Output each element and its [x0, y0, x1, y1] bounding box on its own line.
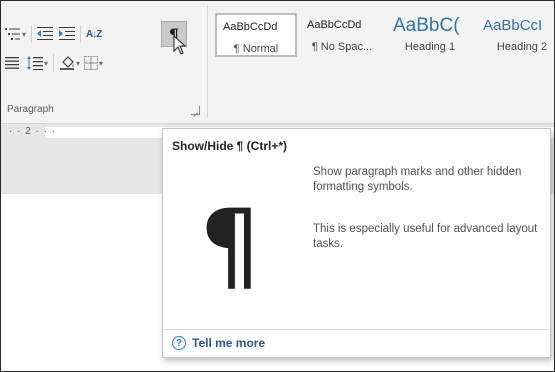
increase-indent-button[interactable] — [59, 23, 76, 45]
justify-button[interactable] — [5, 52, 19, 74]
borders-icon — [84, 56, 99, 70]
justify-icon — [5, 57, 19, 69]
paragraph-group-label: Paragraph — [7, 104, 54, 115]
chevron-down-icon: ▾ — [99, 58, 104, 68]
chevron-down-icon: ▾ — [44, 58, 49, 68]
paragraph-dialog-launcher-icon[interactable] — [191, 106, 200, 115]
line-spacing-button[interactable]: ▾ — [27, 52, 48, 74]
chevron-down-icon: ▾ — [22, 29, 27, 39]
paint-bucket-icon — [60, 56, 75, 70]
style-name: Heading 2 — [496, 41, 548, 53]
increase-indent-icon — [59, 27, 76, 40]
style-name: Heading 1 — [404, 41, 456, 53]
divider — [163, 329, 550, 330]
line-spacing-icon — [27, 56, 43, 70]
style-sample: AaBbCcI — [483, 17, 543, 34]
separator — [80, 25, 82, 43]
separator — [31, 25, 33, 43]
style-name: ¶ Normal — [233, 43, 279, 55]
paragraph-group: ▾ A↓Z ¶ ▾ ▾ ▾ Paragraph — [1, 1, 206, 123]
style-sample: AaBbCcDd — [307, 19, 362, 31]
tell-me-more-label: Tell me more — [192, 336, 266, 350]
sort-button[interactable]: A↓Z — [86, 23, 102, 45]
styles-gallery: AaBbCcDd ¶ Normal AaBbCcDd ¶ No Spac... … — [215, 13, 554, 59]
style-name: ¶ No Spac... — [311, 41, 373, 53]
ribbon: ▾ A↓Z ¶ ▾ ▾ ▾ Paragraph AaBbCcDd ¶ Norma… — [1, 1, 554, 123]
tell-me-more-link[interactable]: ? Tell me more — [172, 336, 265, 350]
style-sample: AaBbCcDd — [223, 21, 278, 33]
multilevel-list-icon — [5, 28, 20, 40]
decrease-indent-button[interactable] — [37, 23, 54, 45]
style-normal[interactable]: AaBbCcDd ¶ Normal — [215, 13, 297, 57]
help-icon: ? — [172, 336, 186, 350]
multilevel-list-button[interactable]: ▾ — [5, 23, 26, 45]
separator — [53, 54, 55, 72]
tooltip-description: Show paragraph marks and other hidden fo… — [313, 166, 522, 193]
paragraph-row-1: ▾ A↓Z — [5, 23, 102, 45]
tooltip-extra-info: This is especially useful for advanced l… — [313, 223, 538, 250]
chevron-down-icon: ▾ — [76, 58, 81, 68]
style-heading-1[interactable]: AaBbC( Heading 1 — [387, 13, 473, 57]
group-separator — [207, 5, 208, 117]
show-hide-tooltip: Show/Hide ¶ (Ctrl+*) ¶ Show paragraph ma… — [162, 128, 551, 358]
shading-button[interactable]: ▾ — [59, 52, 80, 74]
style-heading-2[interactable]: AaBbCcI Heading 2 — [477, 13, 554, 57]
decrease-indent-icon — [37, 27, 54, 40]
word-window: ▾ A↓Z ¶ ▾ ▾ ▾ Paragraph AaBbCcDd ¶ Norma… — [0, 0, 555, 372]
borders-button[interactable]: ▾ — [84, 52, 103, 74]
pilcrow-icon: ¶ — [199, 189, 262, 303]
ruler-markings: · · 2 · · · — [9, 126, 57, 137]
sort-icon: A↓Z — [86, 28, 102, 40]
style-sample: AaBbC( — [393, 15, 460, 36]
tooltip-title: Show/Hide ¶ (Ctrl+*) — [172, 139, 288, 153]
style-no-spacing[interactable]: AaBbCcDd ¶ No Spac... — [301, 13, 383, 57]
paragraph-row-2: ▾ ▾ ▾ — [5, 52, 103, 74]
